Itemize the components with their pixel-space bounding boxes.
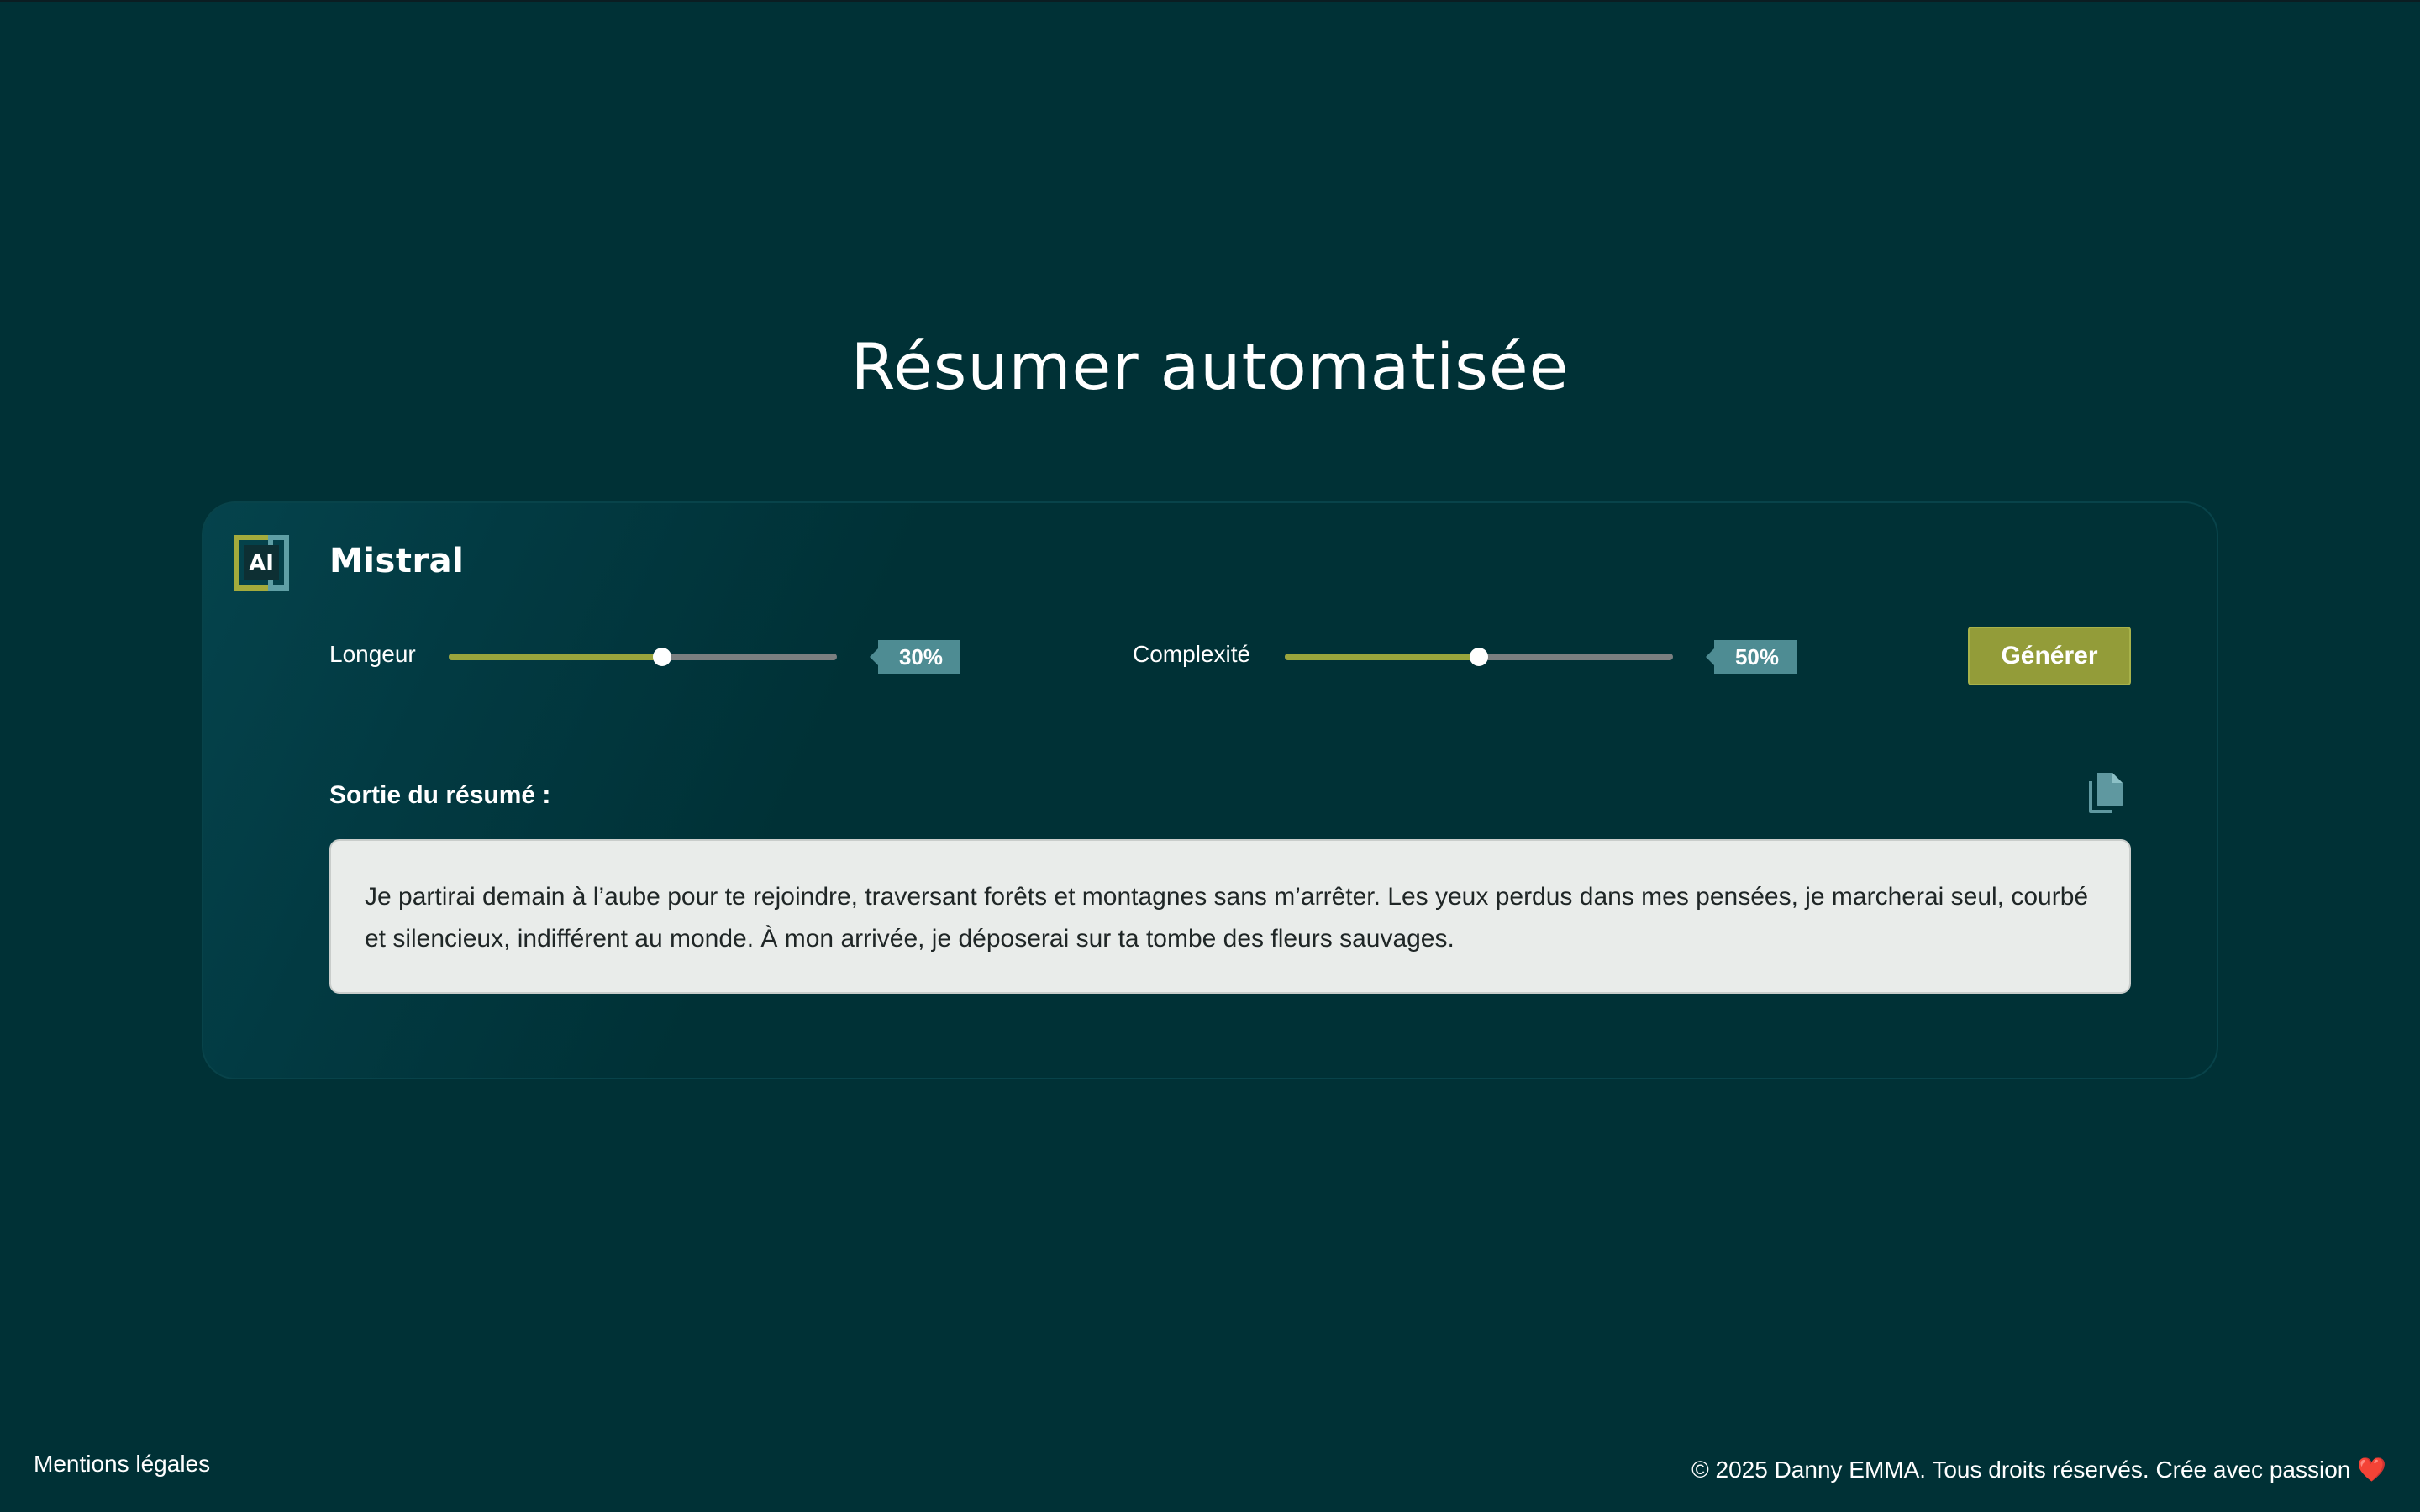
copyright-text: © 2025 Danny EMMA. Tous droits réservés.… — [1691, 1456, 2386, 1483]
top-edge-line — [0, 0, 2420, 2]
complexity-slider-fill — [1285, 654, 1479, 660]
ai-logo-text: AI — [249, 551, 274, 576]
length-slider[interactable] — [449, 639, 837, 673]
length-slider-thumb[interactable] — [653, 648, 671, 666]
length-label: Longeur — [329, 641, 416, 667]
heart-icon: ❤️ — [2357, 1457, 2386, 1483]
model-name: Mistral — [329, 542, 465, 580]
ai-logo-icon: AI — [234, 535, 289, 591]
output-label: Sortie du résumé : — [329, 781, 551, 809]
summary-output: Je partirai demain à l’aube pour te rejo… — [329, 839, 2131, 994]
complexity-slider-thumb[interactable] — [1470, 648, 1488, 666]
copy-icon[interactable] — [2086, 771, 2124, 815]
page-title: Résumer automatisée — [850, 329, 1570, 404]
length-slider-fill — [449, 654, 662, 660]
legal-notice-link[interactable]: Mentions légales — [34, 1451, 210, 1478]
length-value-badge: 30% — [870, 640, 960, 674]
generate-button[interactable]: Générer — [1968, 627, 2131, 685]
complexity-slider[interactable] — [1285, 639, 1673, 673]
complexity-label: Complexité — [1133, 641, 1251, 667]
copyright-label: © 2025 Danny EMMA. Tous droits réservés.… — [1691, 1457, 2351, 1483]
complexity-value-badge: 50% — [1706, 640, 1797, 674]
